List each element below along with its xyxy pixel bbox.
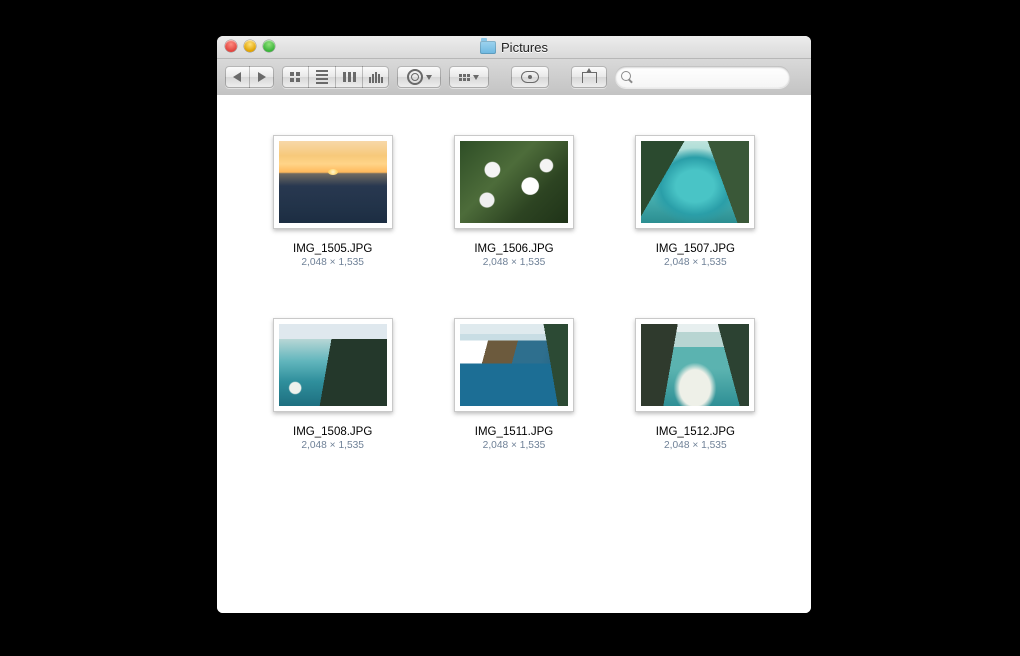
minimize-button[interactable]: [244, 40, 256, 52]
file-dimensions: 2,048 × 1,535: [664, 440, 727, 451]
file-item[interactable]: IMG_1507.JPG 2,048 × 1,535: [620, 135, 771, 268]
thumbnail-frame: [273, 135, 393, 229]
file-dimensions: 2,048 × 1,535: [301, 257, 364, 268]
file-caption: IMG_1512.JPG 2,048 × 1,535: [656, 426, 735, 451]
file-grid[interactable]: IMG_1505.JPG 2,048 × 1,535 IMG_1506.JPG 2,0…: [217, 95, 811, 613]
forward-button[interactable]: [250, 66, 274, 88]
thumbnail-frame: [635, 318, 755, 412]
arrange-menu-button[interactable]: [449, 66, 489, 88]
thumbnail-frame: [454, 135, 574, 229]
file-item[interactable]: IMG_1508.JPG 2,048 × 1,535: [257, 318, 408, 451]
file-caption: IMG_1506.JPG 2,048 × 1,535: [474, 243, 553, 268]
chevron-down-icon: [426, 75, 432, 80]
grid-icon: [290, 72, 300, 82]
window-title: Pictures: [217, 40, 811, 55]
chevron-right-icon: [258, 72, 266, 82]
view-list-button[interactable]: [309, 66, 336, 88]
search-input[interactable]: [637, 70, 784, 84]
finder-window: Pictures: [217, 36, 811, 613]
file-item[interactable]: IMG_1512.JPG 2,048 × 1,535: [620, 318, 771, 451]
arrange-icon: [459, 74, 470, 81]
window-controls: [225, 40, 275, 52]
view-cover-button[interactable]: [363, 66, 389, 88]
close-button[interactable]: [225, 40, 237, 52]
folder-icon: [480, 41, 496, 54]
search-icon: [621, 71, 633, 83]
file-caption: IMG_1507.JPG 2,048 × 1,535: [656, 243, 735, 268]
share-icon: [582, 72, 597, 83]
file-item[interactable]: IMG_1511.JPG 2,048 × 1,535: [438, 318, 589, 451]
thumbnail-image: [641, 324, 749, 406]
back-button[interactable]: [225, 66, 250, 88]
file-name: IMG_1511.JPG: [475, 426, 553, 438]
list-icon: [316, 70, 328, 84]
file-name: IMG_1508.JPG: [293, 426, 372, 438]
view-column-button[interactable]: [336, 66, 363, 88]
gear-icon: [407, 69, 423, 85]
toolbar: [217, 59, 811, 96]
file-name: IMG_1507.JPG: [656, 243, 735, 255]
window-title-text: Pictures: [501, 40, 548, 55]
columns-icon: [343, 72, 356, 82]
file-item[interactable]: IMG_1505.JPG 2,048 × 1,535: [257, 135, 408, 268]
file-item[interactable]: IMG_1506.JPG 2,048 × 1,535: [438, 135, 589, 268]
file-caption: IMG_1505.JPG 2,048 × 1,535: [293, 243, 372, 268]
coverflow-icon: [369, 72, 383, 83]
search-field[interactable]: [615, 66, 790, 88]
thumbnail-image: [279, 141, 387, 223]
file-dimensions: 2,048 × 1,535: [301, 440, 364, 451]
view-icon-button[interactable]: [282, 66, 309, 88]
share-button[interactable]: [571, 66, 607, 88]
file-dimensions: 2,048 × 1,535: [483, 440, 546, 451]
nav-buttons: [225, 66, 274, 88]
thumbnail-frame: [454, 318, 574, 412]
thumbnail-image: [460, 141, 568, 223]
action-menu-button[interactable]: [397, 66, 441, 88]
view-switcher: [282, 66, 389, 88]
thumbnail-image: [279, 324, 387, 406]
file-caption: IMG_1508.JPG 2,048 × 1,535: [293, 426, 372, 451]
eye-icon: [521, 71, 539, 83]
file-name: IMG_1506.JPG: [474, 243, 553, 255]
zoom-button[interactable]: [263, 40, 275, 52]
file-dimensions: 2,048 × 1,535: [483, 257, 546, 268]
file-name: IMG_1505.JPG: [293, 243, 372, 255]
quicklook-button[interactable]: [511, 66, 549, 88]
thumbnail-frame: [273, 318, 393, 412]
thumbnail-frame: [635, 135, 755, 229]
file-name: IMG_1512.JPG: [656, 426, 735, 438]
titlebar[interactable]: Pictures: [217, 36, 811, 59]
chevron-left-icon: [233, 72, 241, 82]
thumbnail-image: [460, 324, 568, 406]
file-dimensions: 2,048 × 1,535: [664, 257, 727, 268]
thumbnail-image: [641, 141, 749, 223]
chevron-down-icon: [473, 75, 479, 80]
file-caption: IMG_1511.JPG 2,048 × 1,535: [475, 426, 553, 451]
